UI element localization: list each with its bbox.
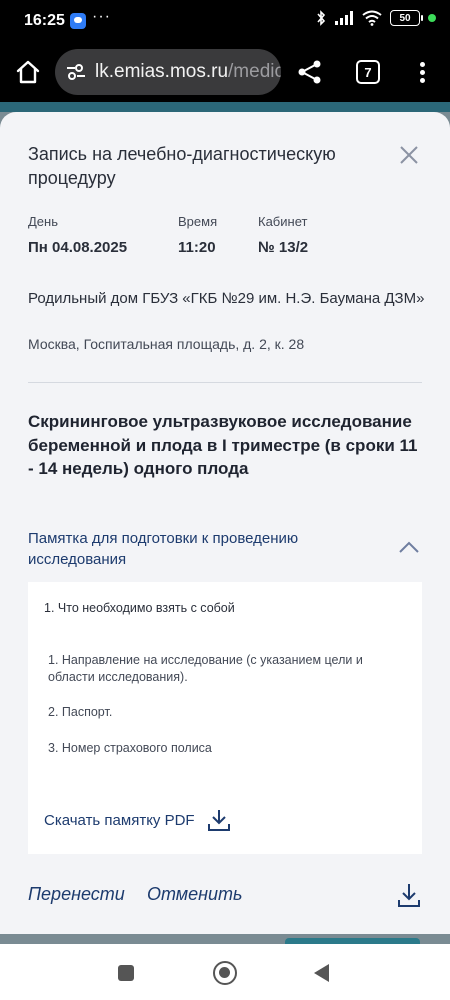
- back-button[interactable]: [314, 964, 329, 982]
- url-path: /medic: [228, 61, 281, 82]
- meta-value: № 13/2: [258, 239, 309, 256]
- memo-item: 1. Направление на исследование (с указан…: [48, 653, 363, 684]
- memo-accordion-toggle[interactable]: Памятка для подготовки к проведению иссл…: [28, 526, 422, 574]
- cancel-button[interactable]: Отменить: [147, 884, 243, 905]
- system-nav-bar: [0, 944, 450, 1000]
- download-icon[interactable]: [397, 882, 421, 908]
- home-button[interactable]: [213, 961, 237, 985]
- status-bar: 16:25 ··· 50: [0, 0, 450, 44]
- meta-room: Кабинет № 13/2: [258, 214, 308, 256]
- memo-title: Памятка для подготовки к проведению иссл…: [28, 530, 299, 568]
- menu-icon[interactable]: [414, 58, 430, 86]
- meta-label: День: [28, 214, 58, 229]
- memo-item: 3. Номер страхового полиса: [48, 741, 212, 755]
- close-icon[interactable]: [398, 144, 420, 166]
- tabs-icon[interactable]: 7: [356, 60, 380, 84]
- meta-value: 11:20: [178, 239, 216, 256]
- wifi-icon: [362, 10, 382, 26]
- download-memo-link[interactable]: Скачать памятку PDF: [44, 808, 231, 832]
- clinic-name: Родильный дом ГБУЗ «ГКБ №29 им. Н.Э. Бау…: [28, 290, 425, 307]
- appointment-modal: Запись на лечебно-диагностическую процед…: [0, 112, 450, 934]
- meta-day: День Пн 04.08.2025: [28, 214, 127, 256]
- chevron-up-icon: [399, 541, 419, 553]
- site-settings-icon[interactable]: [65, 62, 87, 82]
- browser-toolbar: lk.emias.mos.ru/medic 7: [0, 44, 450, 102]
- download-memo-label: Скачать памятку PDF: [44, 811, 195, 829]
- charging-indicator: [428, 14, 436, 22]
- home-icon[interactable]: [14, 58, 42, 86]
- meta-label: Время: [178, 214, 218, 229]
- download-icon: [207, 810, 230, 831]
- bluetooth-icon: [317, 10, 326, 26]
- memo-section-title: 1. Что необходимо взять с собой: [44, 601, 235, 615]
- meta-time: Время 11:20: [178, 214, 217, 256]
- signal-icon: [335, 11, 353, 25]
- more-notifications-indicator: ···: [92, 8, 111, 25]
- battery-icon: 50: [390, 10, 423, 26]
- meta-value: Пн 04.08.2025: [28, 239, 128, 256]
- share-icon[interactable]: [296, 58, 324, 86]
- status-icons: 50: [316, 10, 436, 26]
- meta-label: Кабинет: [258, 214, 308, 229]
- clinic-address: Москва, Госпитальная площадь, д. 2, к. 2…: [28, 336, 305, 352]
- modal-title: Запись на лечебно-диагностическую процед…: [28, 144, 336, 188]
- procedure-title: Скрининговое ультразвуковое исследование…: [28, 412, 418, 478]
- address-bar[interactable]: lk.emias.mos.ru/medic: [55, 49, 281, 95]
- memo-item: 2. Паспорт.: [48, 705, 113, 719]
- reschedule-button[interactable]: Перенести: [28, 884, 125, 905]
- page-header-strip: [0, 102, 450, 112]
- chat-notification-icon: [70, 13, 86, 29]
- recents-button[interactable]: [118, 965, 134, 981]
- clock: 16:25: [24, 12, 65, 29]
- url-host: lk.emias.mos.ru: [95, 61, 229, 82]
- memo-content: 1. Что необходимо взять с собой 1. Напра…: [28, 582, 422, 854]
- divider: [28, 382, 422, 383]
